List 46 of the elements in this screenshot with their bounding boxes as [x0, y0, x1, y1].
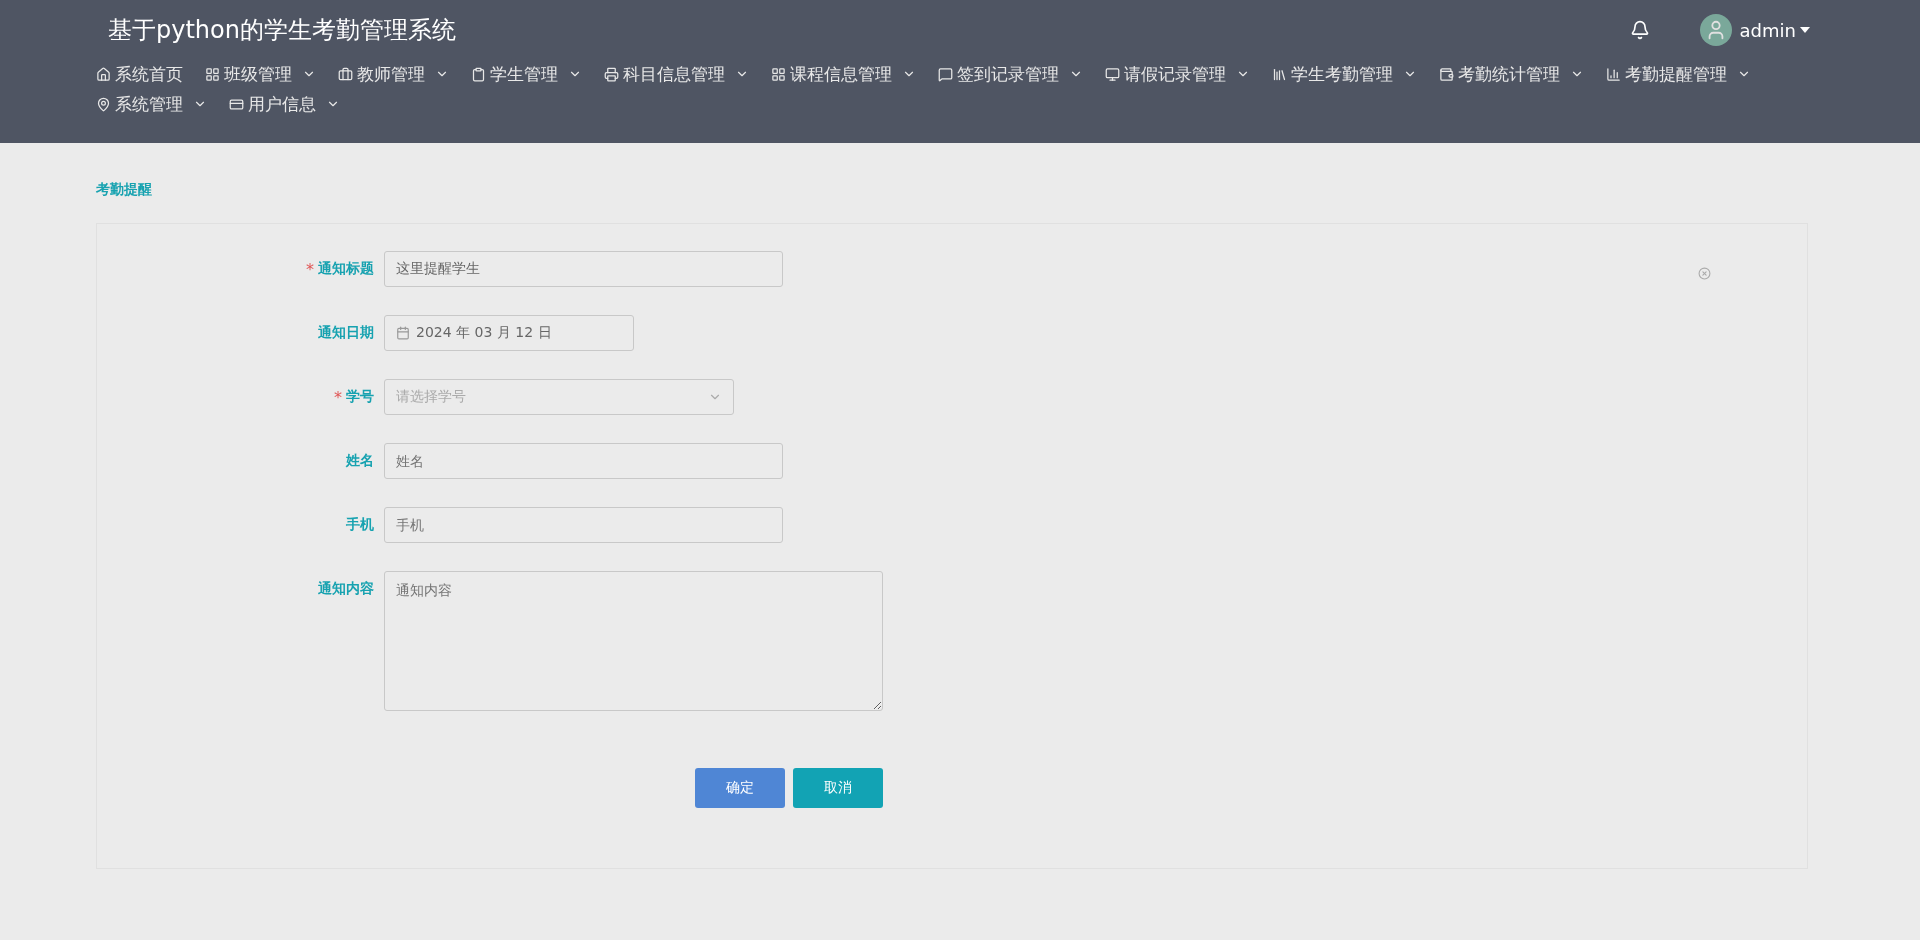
chat-bubble-icon: [938, 66, 953, 82]
text-input[interactable]: 手机: [384, 507, 783, 543]
bell-icon[interactable]: [1629, 20, 1650, 40]
required-mark: *: [334, 387, 342, 407]
printer-icon: [604, 66, 619, 82]
field-label: 学号: [346, 388, 374, 406]
field-label: 通知标题: [318, 260, 374, 278]
nav-menu-item[interactable]: 用户信息: [229, 92, 340, 116]
confirm-button[interactable]: 确定: [695, 768, 785, 808]
pin-icon: [96, 96, 111, 112]
nav-menu-item[interactable]: 教师管理: [338, 62, 449, 86]
nav-menu-item[interactable]: 请假记录管理: [1105, 62, 1250, 86]
home-icon: [96, 66, 111, 82]
nav-menu-item[interactable]: 考勤统计管理: [1439, 62, 1584, 86]
wallet-icon: [1439, 66, 1454, 82]
nav-menu-item[interactable]: 签到记录管理: [938, 62, 1083, 86]
card-icon: [229, 96, 244, 112]
nav-menu-item[interactable]: 系统管理: [96, 92, 207, 116]
grid-icon: [205, 66, 220, 82]
field-label: 通知日期: [318, 324, 374, 342]
grid-icon: [771, 66, 786, 82]
user-menu[interactable]: admin: [1739, 19, 1810, 41]
nav-menu-item[interactable]: 学生管理: [471, 62, 582, 86]
text-input[interactable]: 姓名: [384, 443, 783, 479]
app-title: 基于python的学生考勤管理系统: [108, 15, 457, 46]
required-mark: *: [306, 259, 314, 279]
nav-menu-item[interactable]: 课程信息管理: [771, 62, 916, 86]
breadcrumb: 考勤提醒: [96, 181, 153, 199]
clipboard-icon: [471, 66, 486, 82]
date-field[interactable]: 2024 年 03 月 12 日: [384, 315, 634, 351]
bar-chart-icon: [1606, 66, 1621, 82]
briefcase-icon: [338, 66, 353, 82]
nav-menu-item[interactable]: 班级管理: [205, 62, 316, 86]
avatar[interactable]: [1699, 14, 1732, 46]
monitor-icon: [1105, 66, 1120, 82]
text-input[interactable]: 这里提醒学生: [384, 251, 783, 287]
field-label: 手机: [346, 516, 374, 534]
books-icon: [1272, 66, 1287, 82]
textarea-field[interactable]: 通知内容: [384, 571, 883, 711]
calendar-icon: [396, 326, 410, 340]
field-label: 通知内容: [318, 580, 374, 598]
nav-menu-item[interactable]: 科目信息管理: [604, 62, 749, 86]
nav-menu-item[interactable]: 系统首页: [96, 62, 183, 86]
nav-menu-item[interactable]: 考勤提醒管理: [1606, 62, 1751, 86]
nav-menu-item[interactable]: 学生考勤管理: [1272, 62, 1417, 86]
field-label: 姓名: [346, 452, 374, 470]
